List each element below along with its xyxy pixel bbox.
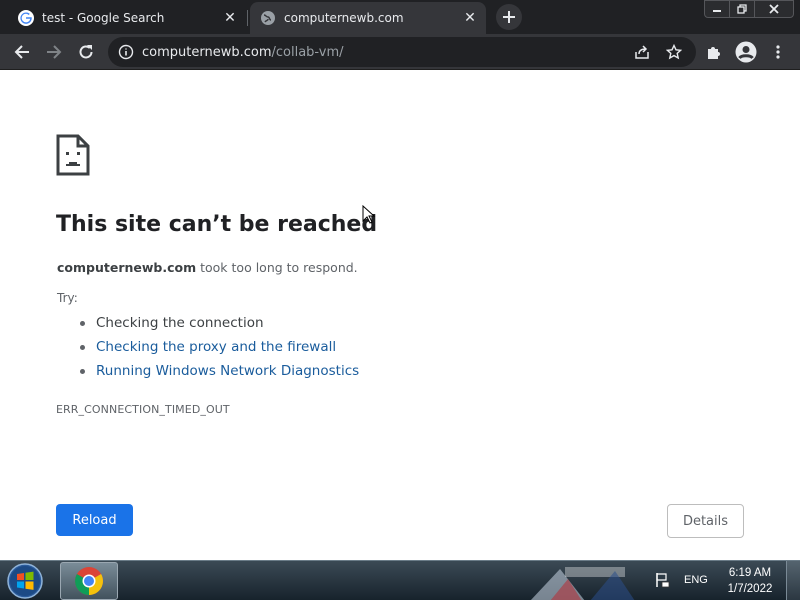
suggestion-list: Checking the connection Checking the pro… [79,314,359,386]
action-center-flag-icon[interactable] [654,572,670,588]
forward-button[interactable] [40,38,68,66]
address-bar[interactable]: computernewb.com/collab-vm/ [108,37,696,67]
forward-arrow-icon [47,45,62,59]
globe-icon [261,11,275,25]
reload-icon [79,45,93,59]
new-tab-button[interactable] [496,4,522,30]
tab-title: test - Google Search [42,11,165,25]
system-clock[interactable]: 6:19 AM 1/7/2022 [722,565,778,597]
suggestion-network-diagnostics-link[interactable]: Running Windows Network Diagnostics [79,362,359,386]
reload-button[interactable] [72,38,100,66]
info-icon[interactable] [118,44,134,60]
browser-toolbar: computernewb.com/collab-vm/ [0,34,800,70]
error-summary: computernewb.com took too long to respon… [57,260,358,275]
close-tab-icon[interactable]: ✕ [220,8,240,28]
chrome-taskbar-button[interactable] [60,562,118,600]
minimize-button[interactable] [704,0,730,18]
puzzle-icon [708,47,720,59]
tab-divider [247,10,248,26]
profile-button[interactable] [732,38,760,66]
plus-icon [503,11,515,23]
url-path: /collab-vm/ [271,44,344,60]
clock-time: 6:19 AM [728,567,772,579]
wallpaper-peek [530,567,635,600]
windows-orb-icon[interactable] [6,562,44,600]
restore-icon [737,4,747,14]
suggestion-check-proxy-link[interactable]: Checking the proxy and the firewall [79,338,359,362]
extensions-button[interactable] [700,38,728,66]
close-tab-icon[interactable]: ✕ [460,8,480,28]
url-host: computernewb.com [142,44,272,60]
clock-date: 1/7/2022 [727,583,773,595]
error-summary-text: took too long to respond. [196,260,358,275]
star-icon [666,44,682,60]
more-vert-icon [776,45,780,59]
chrome-icon [75,567,103,595]
share-button[interactable] [628,38,656,66]
tab-computernewb[interactable]: computernewb.com ✕ [250,2,486,34]
tab-google-search[interactable]: test - Google Search ✕ [6,2,246,34]
close-icon [769,4,779,14]
suggestion-check-connection: Checking the connection [79,314,359,338]
taskbar: ENG 6:19 AM 1/7/2022 [0,560,800,600]
bookmark-button[interactable] [660,38,688,66]
error-code: ERR_CONNECTION_TIMED_OUT [56,403,230,416]
url-text[interactable]: computernewb.com/collab-vm/ [142,45,344,60]
show-desktop-button[interactable] [786,561,800,600]
language-indicator[interactable]: ENG [684,574,708,586]
restore-button[interactable] [729,0,755,18]
error-host: computernewb.com [57,260,197,275]
page-title: This site can’t be reached [56,212,378,237]
try-label: Try: [57,291,78,305]
back-arrow-icon [14,45,29,59]
mouse-cursor-icon [362,205,376,224]
google-icon [18,10,34,26]
tab-title: computernewb.com [284,11,404,25]
avatar-icon [735,41,757,63]
reload-button[interactable]: Reload [56,504,133,536]
close-window-button[interactable] [754,0,794,18]
error-page: This site can’t be reached computernewb.… [0,70,800,560]
title-bar: test - Google Search ✕ computernewb.com … [0,0,800,34]
minimize-icon [713,10,721,12]
sad-document-icon [56,134,90,176]
details-button[interactable]: Details [667,504,744,538]
menu-button[interactable] [764,38,792,66]
share-icon [635,45,649,59]
back-button[interactable] [8,38,36,66]
